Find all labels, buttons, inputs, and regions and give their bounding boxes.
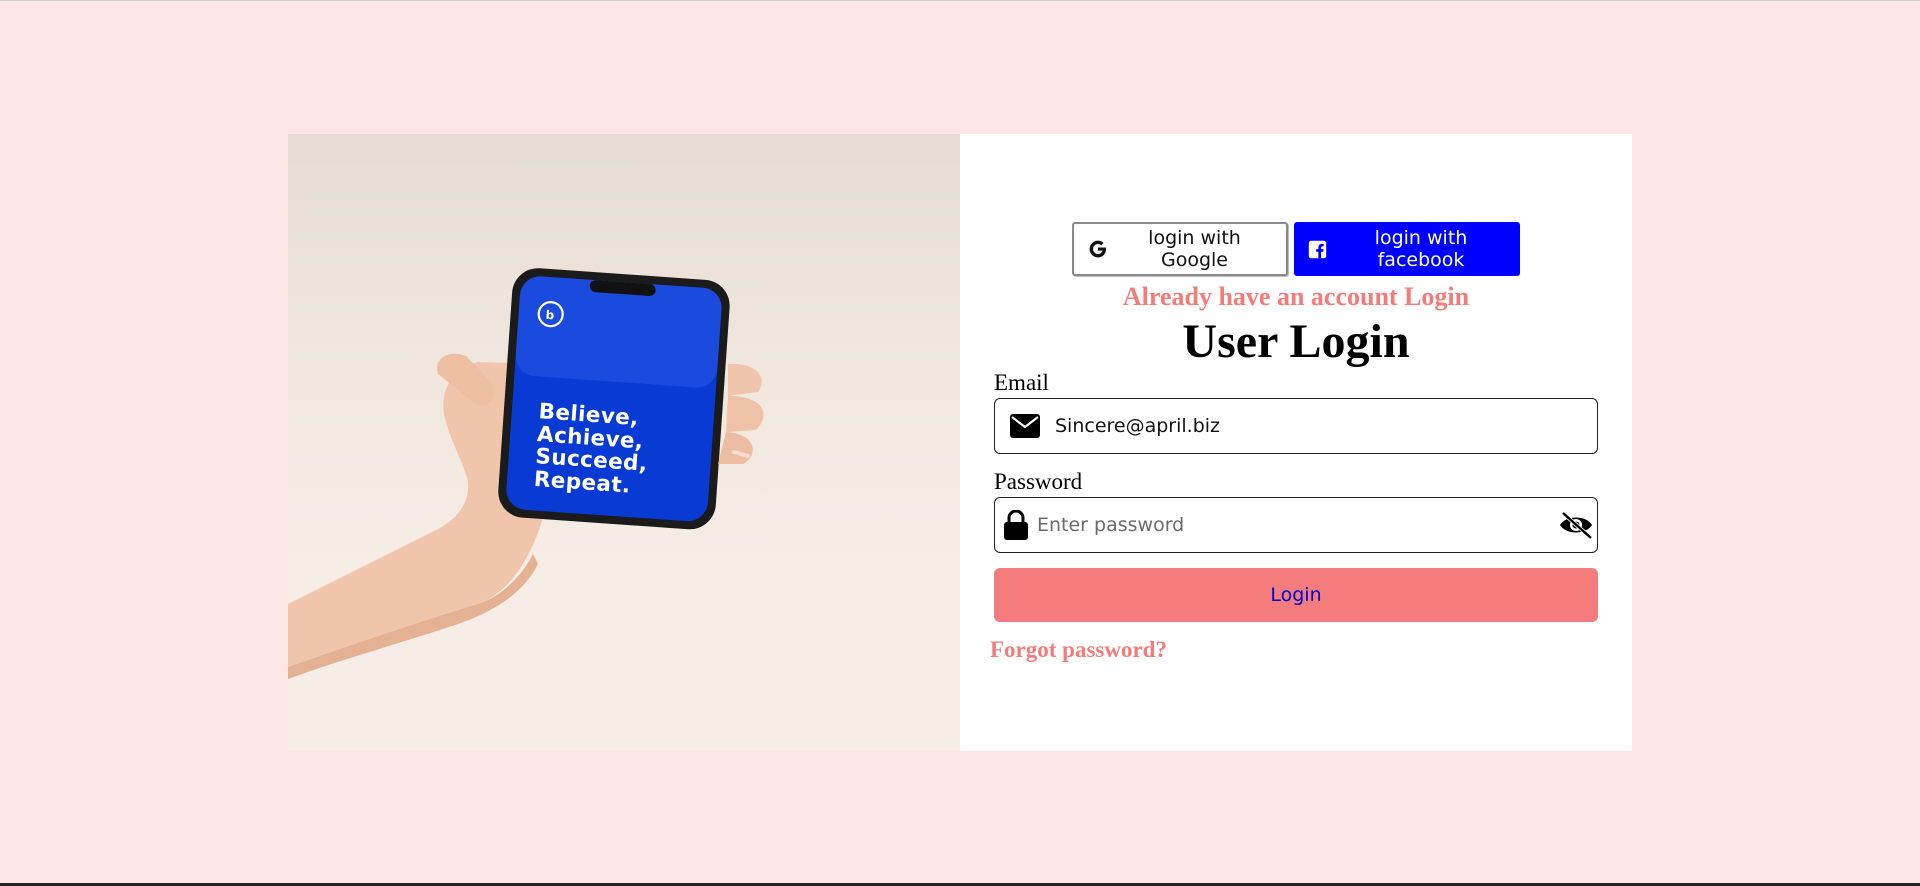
google-login-label: login with Google: [1148, 227, 1241, 271]
password-label: Password: [994, 469, 1083, 494]
envelope-icon: [995, 414, 1055, 438]
password-field[interactable]: [994, 497, 1598, 553]
hero-image: b Believe, Achieve, Succeed, Repeat.: [288, 134, 960, 751]
forgot-password-link[interactable]: Forgot password?: [990, 637, 1167, 663]
facebook-icon: [1308, 240, 1327, 259]
phone-screen-text: Believe, Achieve, Succeed, Repeat.: [533, 399, 649, 499]
already-have-account-link[interactable]: Already have an account Login: [960, 282, 1632, 312]
login-button[interactable]: Login: [994, 568, 1598, 622]
top-border: [0, 0, 1920, 1]
lock-icon: [995, 510, 1037, 540]
email-label: Email: [994, 370, 1049, 395]
password-input[interactable]: [1037, 514, 1555, 536]
google-login-button[interactable]: login with Google: [1072, 222, 1288, 276]
email-value: Sincere@april.biz: [1055, 415, 1221, 437]
eye-slash-icon[interactable]: [1555, 510, 1597, 540]
email-field[interactable]: Sincere@april.biz: [994, 398, 1598, 454]
login-card: b Believe, Achieve, Succeed, Repeat. log…: [288, 134, 1632, 751]
svg-text:b: b: [545, 308, 555, 323]
facebook-login-button[interactable]: login with facebook: [1294, 222, 1520, 276]
page-title: User Login: [1182, 315, 1410, 368]
social-login-row: login with Google login with facebook: [960, 222, 1632, 276]
login-form: login with Google login with facebook Al…: [960, 134, 1632, 751]
google-icon: [1088, 239, 1108, 259]
facebook-login-label: login with facebook: [1374, 227, 1468, 271]
